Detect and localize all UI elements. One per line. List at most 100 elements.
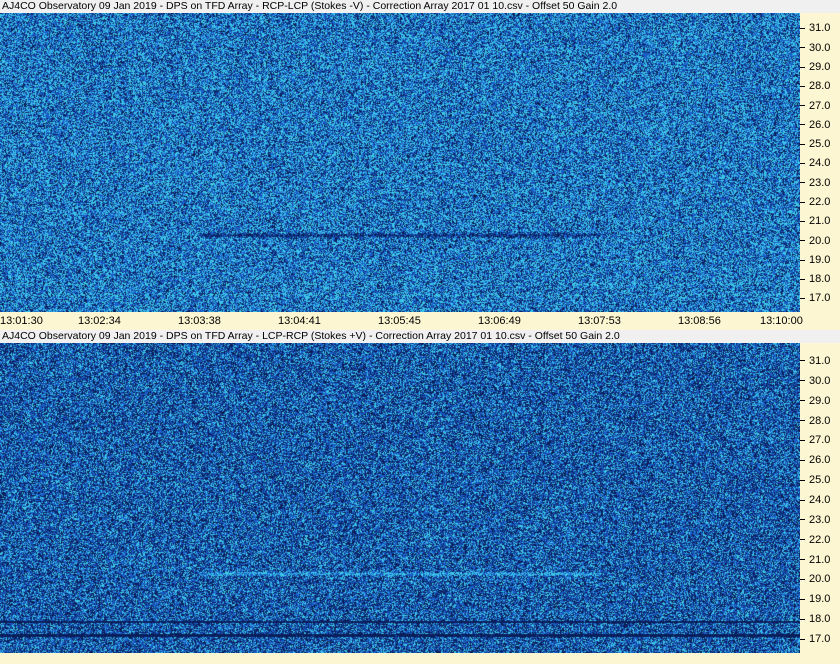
spectrogram-window: AJ4CO Observatory 09 Jan 2019 - DPS on T…: [0, 0, 840, 664]
tick-mark: [800, 479, 805, 481]
time-axis: 13:01:30 13:02:34 13:03:38 13:04:41 13:05:45…: [0, 312, 840, 330]
frequency-tick-label: 22.0: [800, 533, 831, 546]
top-frequency-axis: 31.0 30.0 29.0 28.0 27.0 26.0 25.0 24.0 23.0 22.0…: [800, 13, 840, 312]
tick-mark: [800, 579, 805, 581]
tick-text: 26.0: [809, 454, 831, 467]
tick-mark: [800, 539, 805, 541]
frequency-tick-label: 30.0: [800, 42, 830, 54]
bottom-frequency-axis: 31.0 30.0 29.0 28.0 27.0 26.0 25.0 24.0 23.0 22.0…: [800, 343, 840, 653]
frequency-tick-label: 21.0: [800, 553, 831, 566]
tick-text: 28.0: [809, 414, 831, 427]
tick-mark: [800, 638, 805, 640]
frequency-tick-label: 22.0: [800, 197, 830, 208]
tick-text: 25.0: [809, 138, 831, 151]
tick-mark: [800, 143, 805, 145]
tick-text: 20.0: [809, 573, 831, 586]
frequency-tick-label: 19.0: [800, 594, 830, 605]
tick-mark: [800, 459, 805, 461]
tick-text: 29.0: [809, 394, 831, 407]
tick-mark: [800, 298, 805, 300]
tick-text: 24.0: [809, 493, 831, 506]
top-panel: AJ4CO Observatory 09 Jan 2019 - DPS on T…: [0, 0, 840, 312]
tick-mark: [800, 278, 805, 280]
tick-mark: [800, 182, 805, 184]
tick-mark: [800, 380, 805, 382]
time-tick-label: 13:02:34: [78, 315, 121, 327]
time-tick-label: 13:04:41: [278, 315, 321, 327]
tick-mark: [800, 519, 805, 521]
tick-mark: [800, 499, 805, 501]
frequency-tick-label: 28.0: [800, 81, 830, 92]
top-spectrogram-area[interactable]: [0, 13, 800, 312]
frequency-tick-label: 17.0: [800, 634, 830, 645]
tick-text: 18.0: [809, 613, 831, 626]
tick-text: 28.0: [809, 80, 831, 93]
time-tick-label: 13:01:30: [0, 315, 43, 327]
frequency-tick-label: 28.0: [800, 414, 831, 427]
tick-text: 22.0: [809, 196, 831, 209]
frequency-tick-label: 19.0: [800, 253, 831, 266]
bottom-status-strip: [0, 653, 840, 664]
tick-text: 27.0: [809, 434, 831, 447]
tick-text: 17.0: [809, 633, 831, 646]
tick-mark: [800, 559, 805, 561]
time-tick-label: 13:05:45: [378, 315, 421, 327]
bottom-panel: AJ4CO Observatory 09 Jan 2019 - DPS on T…: [0, 330, 840, 664]
bottom-spectrogram-area[interactable]: [0, 343, 800, 653]
tick-text: 21.0: [809, 215, 831, 228]
time-tick-label: 13:07:53: [578, 315, 621, 327]
tick-mark: [800, 439, 805, 441]
tick-mark: [800, 105, 805, 107]
time-tick-label: 13:08:56: [678, 315, 721, 327]
frequency-tick-label: 23.0: [800, 177, 830, 189]
tick-mark: [800, 66, 805, 68]
frequency-tick-label: 31.0: [800, 354, 831, 367]
top-panel-title: AJ4CO Observatory 09 Jan 2019 - DPS on T…: [2, 0, 618, 12]
frequency-tick-label: 23.0: [800, 514, 830, 526]
tick-text: 19.0: [809, 253, 831, 266]
tick-text: 24.0: [809, 157, 831, 170]
frequency-tick-label: 30.0: [800, 374, 831, 387]
time-tick-label: 13:03:38: [178, 315, 221, 327]
tick-mark: [800, 163, 805, 165]
tick-text: 17.0: [809, 292, 831, 305]
tick-mark: [800, 240, 805, 242]
tick-text: 31.0: [809, 354, 831, 367]
tick-text: 22.0: [809, 533, 831, 546]
frequency-tick-label: 26.0: [800, 118, 831, 131]
time-tick-label: 13:10:00: [760, 315, 803, 327]
tick-mark: [800, 220, 805, 222]
tick-text: 20.0: [809, 234, 831, 247]
frequency-tick-label: 25.0: [800, 475, 830, 486]
tick-mark: [800, 598, 805, 600]
tick-mark: [800, 124, 805, 126]
frequency-tick-label: 29.0: [800, 62, 830, 73]
tick-text: 30.0: [809, 374, 831, 387]
tick-mark: [800, 28, 805, 30]
tick-text: 26.0: [809, 118, 831, 131]
tick-text: 31.0: [809, 22, 831, 35]
frequency-tick-label: 21.0: [800, 216, 830, 227]
time-tick-label: 13:06:49: [478, 315, 521, 327]
frequency-tick-label: 18.0: [800, 274, 830, 285]
frequency-tick-label: 24.0: [800, 158, 830, 169]
frequency-tick-label: 20.0: [800, 574, 830, 585]
top-spectrogram-canvas[interactable]: [0, 13, 800, 312]
frequency-tick-label: 24.0: [800, 493, 831, 506]
frequency-tick-label: 17.0: [800, 293, 830, 304]
tick-mark: [800, 85, 805, 87]
frequency-tick-label: 18.0: [800, 614, 830, 625]
frequency-tick-label: 25.0: [800, 139, 830, 150]
bottom-spectrogram-canvas[interactable]: [0, 343, 800, 653]
tick-text: 25.0: [809, 474, 831, 487]
frequency-tick-label: 31.0: [800, 23, 830, 34]
tick-mark: [800, 259, 805, 261]
frequency-tick-label: 27.0: [800, 100, 830, 112]
tick-mark: [800, 400, 805, 402]
tick-text: 18.0: [809, 273, 831, 286]
tick-mark: [800, 420, 805, 422]
tick-mark: [800, 201, 805, 203]
tick-mark: [800, 360, 805, 362]
tick-text: 21.0: [809, 553, 831, 566]
frequency-tick-label: 29.0: [800, 394, 831, 407]
